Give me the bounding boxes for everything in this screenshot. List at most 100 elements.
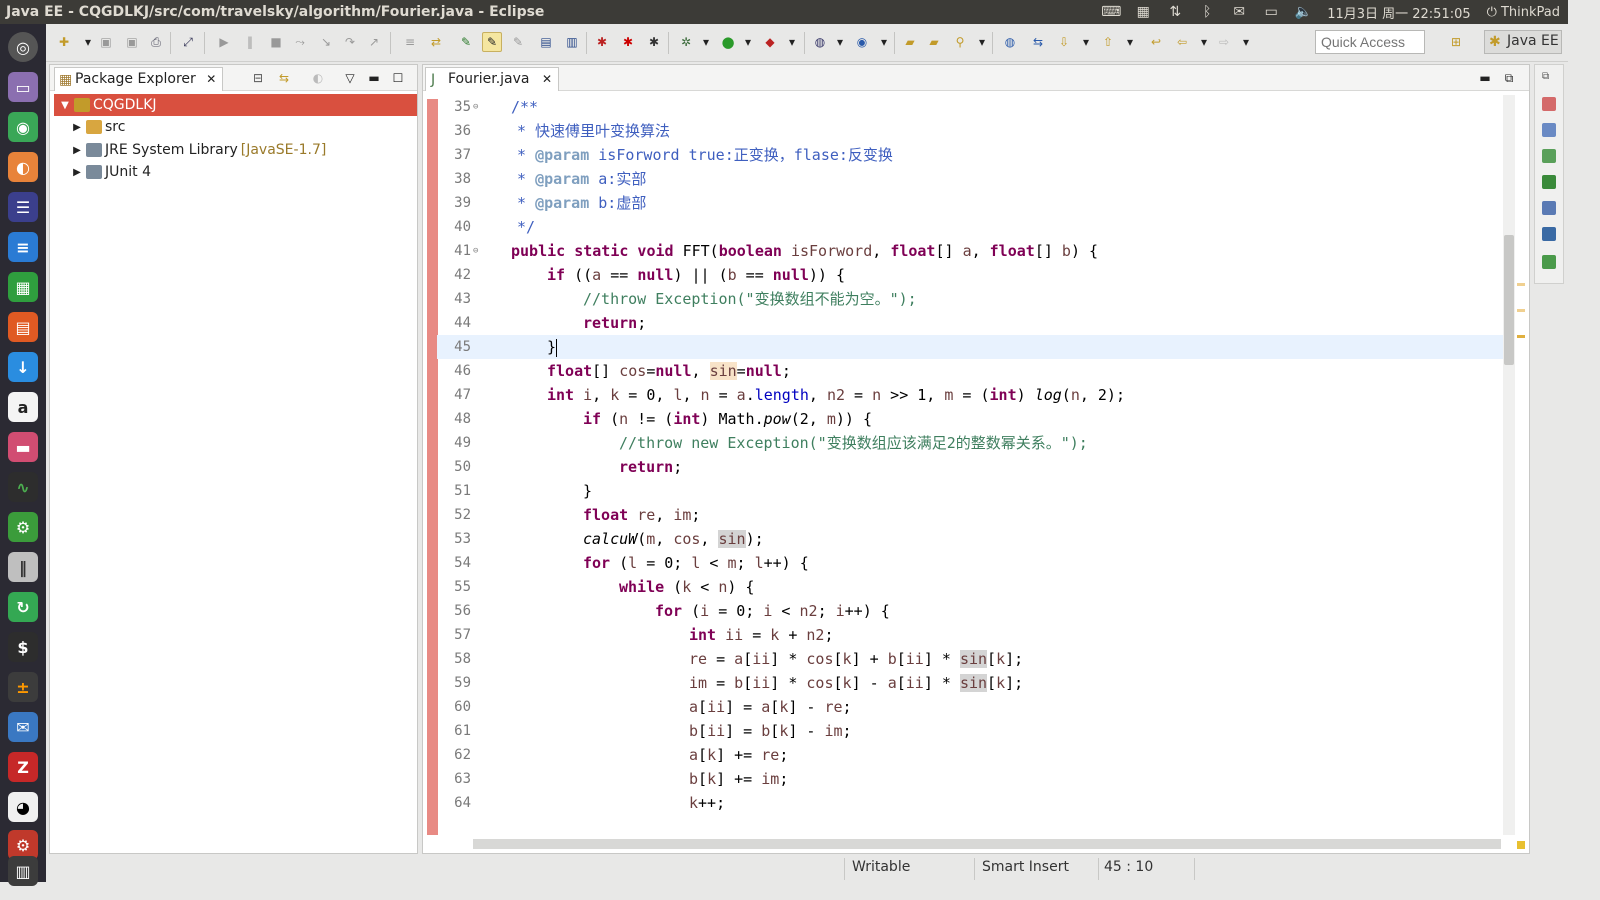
run-icon[interactable]: ●: [718, 32, 738, 52]
drop-frame-icon[interactable]: ≡: [400, 32, 420, 52]
firefox-icon[interactable]: ◐: [8, 152, 38, 182]
overview-marker[interactable]: [1517, 309, 1525, 312]
sync-arrows-icon[interactable]: ⇆: [1028, 32, 1048, 52]
mail-client-icon[interactable]: ✉: [8, 712, 38, 742]
tab-fourier-java[interactable]: J Fourier.java ✕: [425, 67, 560, 91]
ubuntu-dash-icon[interactable]: ◎: [8, 32, 38, 62]
next-annotation-icon[interactable]: ⇩: [1054, 32, 1074, 52]
app-icon[interactable]: ▬: [8, 432, 38, 462]
overview-marker[interactable]: [1517, 335, 1525, 338]
chevron-down-icon[interactable]: ▾: [696, 32, 716, 52]
print-icon[interactable]: ⎙: [146, 32, 166, 52]
input-method-icon[interactable]: ⌨: [1095, 0, 1127, 24]
collapse-arrow-icon[interactable]: ▶: [70, 167, 84, 178]
server-start-icon[interactable]: ✱: [592, 32, 612, 52]
volume-icon[interactable]: 🔈: [1287, 0, 1319, 24]
tree-item-src[interactable]: ▶ src: [54, 116, 417, 138]
chevron-down-icon[interactable]: ▾: [782, 32, 802, 52]
save-icon[interactable]: ▣: [96, 32, 116, 52]
chevron-down-icon[interactable]: ▾: [1194, 32, 1214, 52]
quick-access-input[interactable]: [1315, 30, 1425, 54]
step-over-icon[interactable]: ↷: [340, 32, 360, 52]
fold-icon[interactable]: ⊖: [473, 95, 483, 119]
task-list-icon[interactable]: [1542, 123, 1556, 137]
user-menu[interactable]: ⏻ ThinkPad: [1479, 0, 1568, 24]
chevron-down-icon[interactable]: ▾: [1120, 32, 1140, 52]
block-selection-icon[interactable]: ✎: [508, 32, 528, 52]
outline-view-icon[interactable]: [1542, 97, 1556, 111]
close-icon[interactable]: ✕: [206, 72, 216, 86]
keyboard-icon[interactable]: ▦: [1127, 0, 1159, 24]
vertical-scrollbar[interactable]: [1503, 95, 1515, 835]
terminal-icon[interactable]: $: [8, 632, 38, 662]
minimize-icon[interactable]: ▬: [364, 68, 384, 88]
mark-occurrences-icon[interactable]: ✎: [456, 32, 476, 52]
perspective-java-ee-button[interactable]: ✱ Java EE: [1484, 30, 1562, 54]
expand-arrow-icon[interactable]: ▼: [58, 100, 72, 111]
new-server-icon[interactable]: ◍: [810, 32, 830, 52]
suspend-icon[interactable]: ‖: [240, 32, 260, 52]
previous-annotation-icon[interactable]: ⇧: [1098, 32, 1118, 52]
focus-icon[interactable]: ◐: [308, 68, 328, 88]
battery-icon[interactable]: ▭: [1255, 0, 1287, 24]
trash-icon[interactable]: ▥: [8, 856, 38, 886]
settings-app-icon[interactable]: ⚙: [8, 512, 38, 542]
sync-icon[interactable]: ↻: [8, 592, 38, 622]
tasks-icon[interactable]: ▥: [562, 32, 582, 52]
new-icon[interactable]: ✚: [54, 32, 74, 52]
chrome-icon[interactable]: ◉: [8, 112, 38, 142]
collapse-arrow-icon[interactable]: ▶: [70, 122, 84, 133]
external-tools-icon[interactable]: ◆: [760, 32, 780, 52]
resume-icon[interactable]: ▶: [214, 32, 234, 52]
view-menu-icon[interactable]: ▽: [340, 68, 360, 88]
servers-view-icon[interactable]: [1542, 149, 1556, 163]
highlight-toggle-icon[interactable]: ✎: [482, 32, 502, 52]
debug-icon[interactable]: ✲: [676, 32, 696, 52]
bluetooth-icon[interactable]: ᛒ: [1191, 0, 1223, 24]
chevron-down-icon[interactable]: ▾: [738, 32, 758, 52]
maximize-icon[interactable]: ⧉: [1499, 68, 1519, 88]
data-source-icon[interactable]: [1542, 201, 1556, 215]
impress-icon[interactable]: ▤: [8, 312, 38, 342]
calculator-icon[interactable]: ±: [8, 672, 38, 702]
search-icon[interactable]: ⚲: [950, 32, 970, 52]
collapse-all-icon[interactable]: ⊟: [248, 68, 268, 88]
open-folder-icon[interactable]: ▰: [924, 32, 944, 52]
system-monitor-icon[interactable]: ∿: [8, 472, 38, 502]
chevron-down-icon[interactable]: ▾: [830, 32, 850, 52]
horizontal-scrollbar[interactable]: [473, 839, 1501, 849]
terminate-icon[interactable]: ■: [266, 32, 286, 52]
tree-item-junit[interactable]: ▶ JUnit 4: [54, 161, 417, 183]
chevron-down-icon[interactable]: ▾: [1076, 32, 1096, 52]
maximize-icon[interactable]: ☐: [388, 68, 408, 88]
chevron-down-icon[interactable]: ▾: [1236, 32, 1256, 52]
tab-package-explorer[interactable]: ▦ Package Explorer ✕: [54, 67, 224, 91]
mail-icon[interactable]: ✉: [1223, 0, 1255, 24]
fold-icon[interactable]: ⊖: [473, 239, 483, 263]
save-all-icon[interactable]: ▣: [122, 32, 142, 52]
collapse-arrow-icon[interactable]: ▶: [70, 145, 84, 156]
close-icon[interactable]: ✕: [542, 72, 552, 86]
globe-icon[interactable]: ◍: [1000, 32, 1020, 52]
link-with-editor-icon[interactable]: ⇆: [274, 68, 294, 88]
tree-item-project[interactable]: ▼ CQGDLKJ: [54, 94, 417, 116]
scrollbar-thumb[interactable]: [1504, 235, 1514, 365]
use-step-filters-icon[interactable]: ⇄: [426, 32, 446, 52]
overview-marker[interactable]: [1517, 283, 1525, 286]
last-edit-icon[interactable]: ↩: [1146, 32, 1166, 52]
open-perspective-icon[interactable]: ⊞: [1446, 32, 1466, 52]
overview-warning-indicator[interactable]: [1517, 841, 1525, 849]
back-icon[interactable]: ⇦: [1172, 32, 1192, 52]
server-stop-icon[interactable]: ✱: [644, 32, 664, 52]
qq-icon[interactable]: ◕: [8, 792, 38, 822]
writer-icon[interactable]: ≡: [8, 232, 38, 262]
code-area[interactable]: 35 ⊖/** 36 * 快速傅里叶变换算法 37 * @param isForwor…: [437, 95, 1505, 839]
console-view-icon[interactable]: [1542, 227, 1556, 241]
chevron-down-icon[interactable]: ▾: [78, 32, 98, 52]
tree-item-jre[interactable]: ▶ JRE System Library [JavaSE-1.7]: [54, 139, 417, 161]
clock[interactable]: 11月3日 周一 22:51:05: [1319, 0, 1478, 24]
progress-view-icon[interactable]: [1542, 255, 1556, 269]
server-debug-icon[interactable]: ✱: [618, 32, 638, 52]
new-java-class-icon[interactable]: ◉: [852, 32, 872, 52]
eclipse-icon[interactable]: ☰: [8, 192, 38, 222]
